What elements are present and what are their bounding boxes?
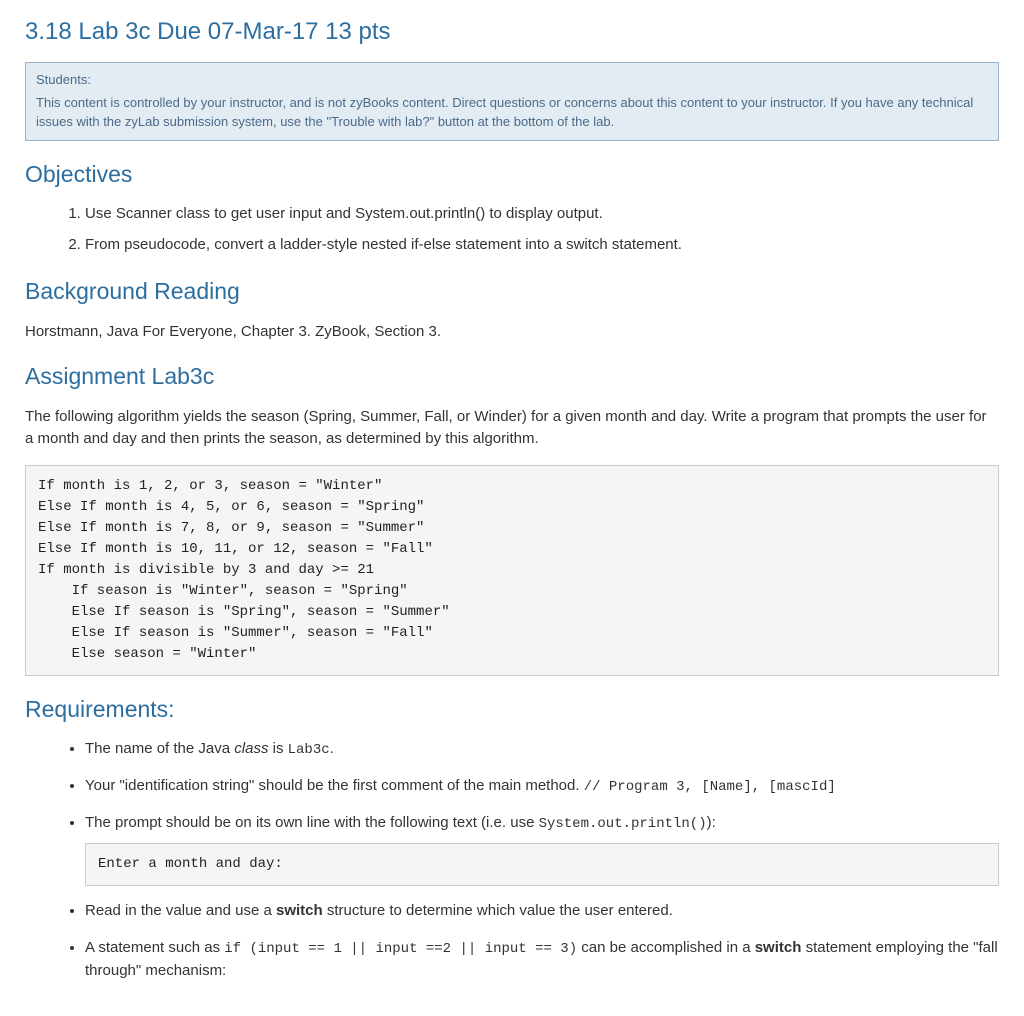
requirements-heading: Requirements:: [25, 692, 999, 727]
list-item: The prompt should be on its own line wit…: [85, 812, 999, 886]
list-item: A statement such as if (input == 1 || in…: [85, 937, 999, 983]
requirements-list: The name of the Java class is Lab3c. You…: [25, 738, 999, 982]
list-item: The name of the Java class is Lab3c.: [85, 738, 999, 761]
req-italic: class: [234, 740, 268, 757]
page-title: 3.18 Lab 3c Due 07-Mar-17 13 pts: [25, 14, 999, 50]
objectives-heading: Objectives: [25, 157, 999, 192]
notice-body: This content is controlled by your instr…: [36, 94, 988, 132]
prompt-codeblock: Enter a month and day:: [85, 843, 999, 886]
objectives-list: Use Scanner class to get user input and …: [25, 203, 999, 256]
req-code: // Program 3, [Name], [mascId]: [584, 779, 836, 795]
req-code: Lab3c: [288, 742, 330, 758]
req-code: if (input == 1 || input ==2 || input == …: [224, 941, 577, 957]
list-item: From pseudocode, convert a ladder-style …: [85, 234, 999, 257]
assignment-intro: The following algorithm yields the seaso…: [25, 406, 999, 451]
notice-heading: Students:: [36, 71, 988, 90]
req-code: System.out.println(): [539, 816, 707, 832]
req-text: ):: [707, 814, 716, 831]
pseudocode-block: If month is 1, 2, or 3, season = "Winter…: [25, 465, 999, 676]
req-bold: switch: [755, 939, 802, 956]
req-text: The prompt should be on its own line wit…: [85, 814, 539, 831]
list-item: Use Scanner class to get user input and …: [85, 203, 999, 226]
list-item: Read in the value and use a switch struc…: [85, 900, 999, 923]
assignment-heading: Assignment Lab3c: [25, 359, 999, 394]
req-text: can be accomplished in a: [577, 939, 755, 956]
req-text: Your "identification string" should be t…: [85, 777, 584, 794]
req-text: .: [330, 740, 334, 757]
instructor-notice: Students: This content is controlled by …: [25, 62, 999, 141]
req-bold: switch: [276, 902, 323, 919]
background-heading: Background Reading: [25, 274, 999, 309]
list-item: Your "identification string" should be t…: [85, 775, 999, 798]
req-text: Read in the value and use a: [85, 902, 276, 919]
background-body: Horstmann, Java For Everyone, Chapter 3.…: [25, 321, 999, 344]
req-text: is: [268, 740, 287, 757]
req-text: A statement such as: [85, 939, 224, 956]
req-text: The name of the Java: [85, 740, 234, 757]
req-text: structure to determine which value the u…: [323, 902, 673, 919]
